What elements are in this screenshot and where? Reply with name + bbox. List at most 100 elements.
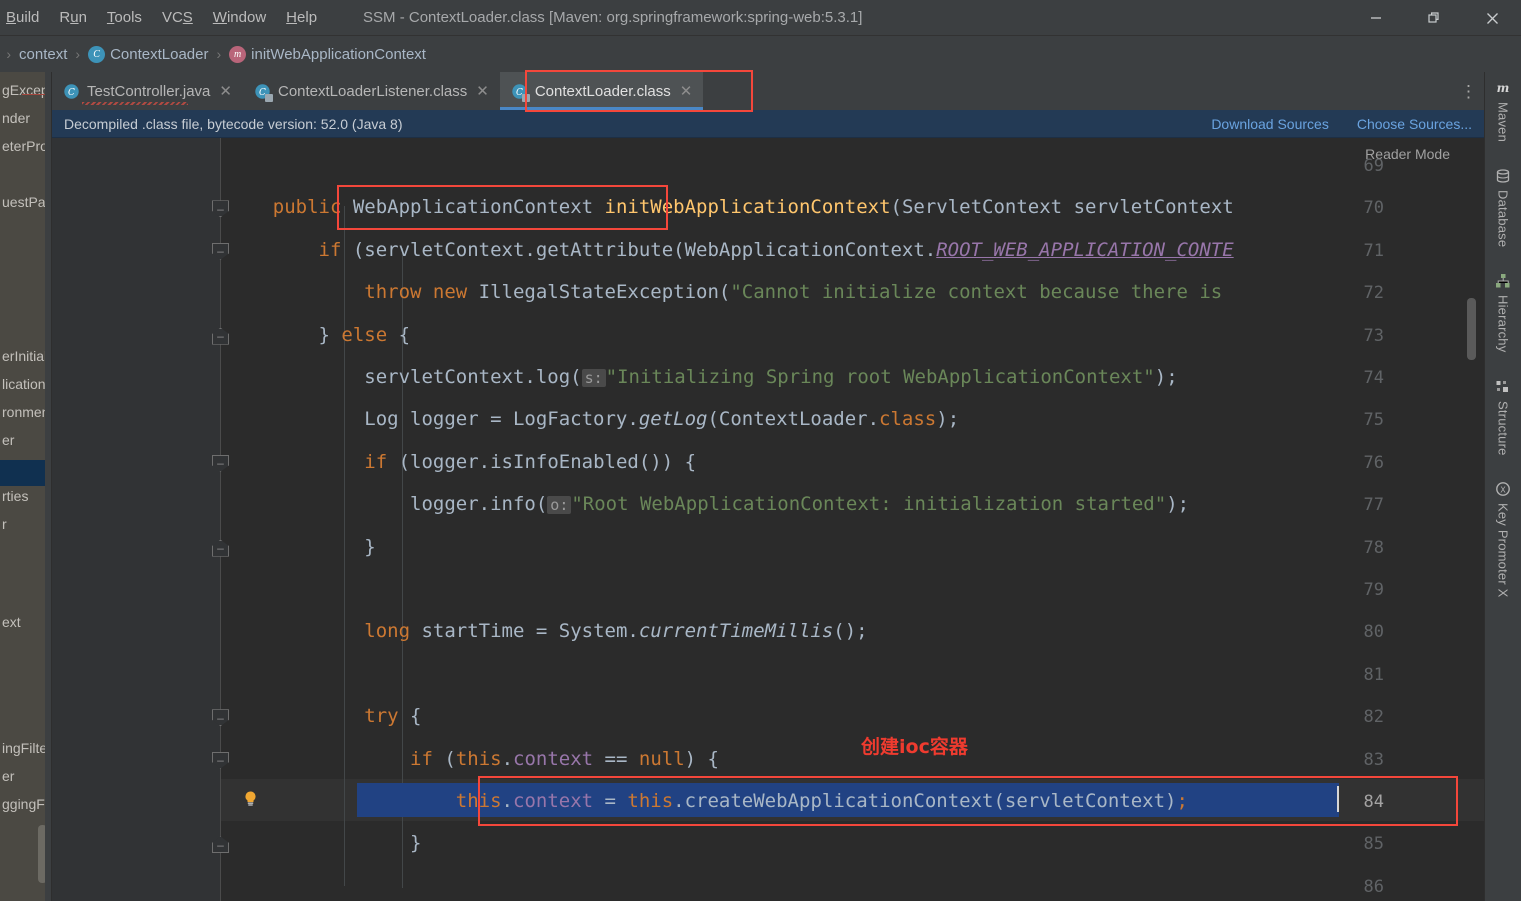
download-sources-link[interactable]: Download Sources (1211, 116, 1329, 132)
code-editor[interactable]: Reader Mode 69 70 71 72 73 74 75 76 77 78 79 80 81 82… (52, 138, 1484, 901)
left-panel-row[interactable]: ggingFil (0, 796, 51, 812)
code-token: class (879, 408, 937, 431)
code-token: null (638, 747, 685, 770)
code-token: long (364, 620, 411, 643)
breadcrumb-separator: › (75, 46, 81, 62)
menu-item-tools[interactable]: Tools (97, 7, 152, 28)
lock-icon (521, 93, 530, 102)
svg-text:C: C (68, 88, 75, 98)
editor-tab-contextloader[interactable]: C ContextLoader.class ✕ (499, 72, 704, 110)
breadcrumb-item-contextloader[interactable]: C ContextLoader (88, 45, 208, 63)
restore-icon[interactable] (1405, 0, 1463, 36)
breadcrumb-item-method[interactable]: m initWebApplicationContext (229, 45, 426, 63)
left-panel-row[interactable]: rties (0, 488, 28, 504)
tool-window-label: Maven (1495, 102, 1511, 143)
menu-item-run[interactable]: Run (49, 7, 97, 28)
code-line[interactable]: public WebApplicationContext initWebAppl… (227, 196, 1234, 218)
left-panel-row[interactable]: eterPro (0, 138, 48, 154)
code-line[interactable]: long startTime = System.currentTimeMilli… (227, 620, 867, 643)
code-token: = (593, 790, 628, 812)
menu-item-vcs[interactable]: VCS (152, 7, 203, 28)
close-icon[interactable] (1463, 0, 1521, 36)
code-line[interactable]: throw new IllegalStateException("Cannot … (227, 281, 1222, 303)
editor-tabs: C TestController.java ✕ C ContextLoaderL… (52, 72, 1484, 110)
idea-window: Build Run Tools VCS Window Help SSM - Co… (0, 0, 1521, 901)
editor-tab-label: ContextLoader.class (534, 82, 671, 100)
code-token: { (398, 705, 422, 728)
code-line[interactable]: } else { (227, 323, 411, 346)
left-panel-row[interactable]: uestPar (0, 194, 50, 210)
left-panel-row[interactable]: ingFilte (0, 740, 47, 756)
code-token: . (501, 747, 514, 770)
code-token: ; (1176, 790, 1188, 812)
menu-item-window[interactable]: Window (203, 7, 276, 28)
tool-window-structure[interactable]: Structure (1495, 379, 1511, 455)
tool-window-database[interactable]: Database (1495, 168, 1511, 247)
code-line[interactable]: if (this.context == null) { (227, 748, 719, 770)
left-panel-row[interactable]: nder (0, 110, 30, 126)
close-icon[interactable]: ✕ (680, 82, 693, 100)
tool-window-key-promoter-x[interactable]: X Key Promoter X (1495, 481, 1511, 598)
breadcrumb-separator: › (6, 46, 12, 62)
code-token: getLog (638, 408, 708, 431)
navigation-bar: b › context › C ContextLoader › m initWe… (0, 36, 1521, 103)
lock-icon (264, 93, 273, 102)
tabs-overflow-icon[interactable]: ⋮ (1460, 82, 1478, 102)
editor-tab-testcontroller[interactable]: C TestController.java ✕ (52, 72, 243, 110)
left-panel-row[interactable]: erInitiali (0, 348, 50, 364)
left-panel-row[interactable]: er (0, 768, 14, 784)
code-token: "Initializing Spring root WebApplication… (605, 366, 1155, 388)
code-token: ); (1166, 493, 1190, 516)
breadcrumb-item-context[interactable]: context (19, 46, 67, 63)
code-token: if (318, 238, 342, 261)
left-panel-edge (45, 72, 51, 901)
code-text[interactable]: public WebApplicationContext initWebAppl… (227, 138, 1484, 901)
menu-item-build[interactable]: Build (0, 7, 49, 28)
left-panel-row[interactable]: lication (0, 376, 46, 392)
choose-sources-link[interactable]: Choose Sources... (1357, 116, 1472, 132)
code-line[interactable]: Log logger = LogFactory.getLog(ContextLo… (227, 408, 959, 430)
code-line[interactable]: } (227, 832, 421, 854)
minimize-icon[interactable] (1347, 0, 1405, 36)
breadcrumb-separator: › (216, 46, 222, 62)
error-underline (82, 102, 188, 105)
code-line[interactable]: logger.info(o: "Root WebApplicationContex… (227, 493, 1189, 515)
code-token: ROOT_WEB_APPLICATION_CONTE (936, 238, 1234, 261)
code-token: this (455, 790, 502, 812)
code-token: try (364, 705, 399, 728)
code-line[interactable]: if (servletContext.getAttribute(WebAppli… (227, 239, 1234, 261)
class-icon: C (88, 45, 106, 63)
left-panel-row[interactable]: ext (0, 614, 21, 630)
code-token: context (513, 790, 594, 812)
left-panel-row[interactable]: r (0, 516, 7, 532)
code-line[interactable]: if (logger.isInfoEnabled()) { (227, 451, 696, 473)
code-line[interactable]: servletContext.log(s: "Initializing Sprin… (227, 366, 1177, 388)
close-icon[interactable]: ✕ (476, 82, 489, 100)
code-line[interactable]: } (227, 536, 375, 558)
menu-item-help[interactable]: Help (276, 7, 327, 28)
editor-vertical-scrollbar[interactable] (1467, 298, 1476, 360)
code-token: if (410, 747, 433, 770)
code-token: ( (432, 747, 456, 770)
left-panel-row[interactable]: ronmen (0, 404, 49, 420)
tool-window-label: Key Promoter X (1495, 503, 1511, 598)
tool-window-maven[interactable]: m Maven (1495, 80, 1511, 142)
maven-icon: m (1497, 81, 1510, 95)
editor-tab-contextloaderlistener[interactable]: C ContextLoaderListener.class ✕ (242, 72, 500, 110)
project-tool-window-clipped[interactable]: gExcept nder eterPro uestPar erInitiali … (0, 72, 52, 901)
svg-text:X: X (1500, 486, 1506, 495)
editor-gutter[interactable] (52, 138, 220, 901)
left-panel-row[interactable]: er (0, 432, 14, 448)
hierarchy-icon (1496, 274, 1510, 288)
code-line[interactable]: this.context = this.createWebApplication… (227, 790, 1188, 812)
code-token: (ContextLoader. (707, 408, 880, 431)
close-icon[interactable]: ✕ (219, 82, 232, 100)
code-line[interactable]: try { (227, 705, 422, 728)
tool-window-hierarchy[interactable]: Hierarchy (1495, 273, 1511, 353)
parameter-hint: o: (547, 496, 572, 515)
code-token: } (227, 323, 342, 346)
